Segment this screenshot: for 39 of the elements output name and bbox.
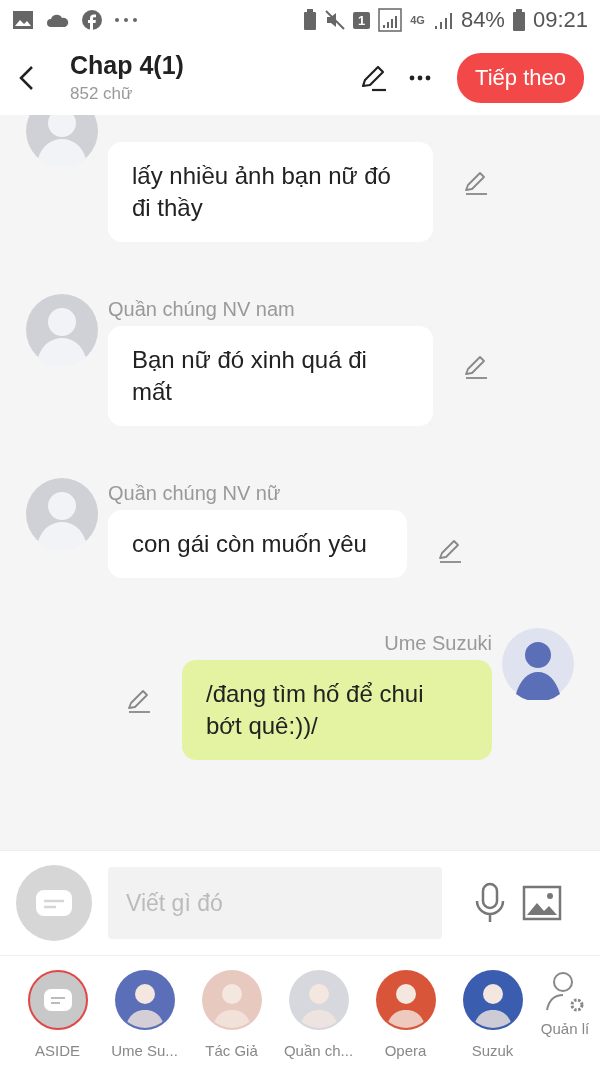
- character-tab[interactable]: Opera: [362, 956, 449, 1067]
- avatar-icon: [26, 478, 98, 550]
- more-icon[interactable]: [409, 74, 432, 81]
- image-icon[interactable]: [522, 885, 562, 921]
- chat-icon: [42, 988, 73, 1012]
- character-tab[interactable]: ASIDE: [14, 956, 101, 1067]
- microphone-icon[interactable]: [474, 882, 506, 924]
- more-icon: [114, 17, 138, 23]
- cloud-icon: [46, 12, 70, 28]
- message-bubble: con gái còn muốn yêu: [108, 510, 407, 578]
- message-bubble: lấy nhiều ảnh bạn nữ đó đi thầy: [108, 142, 433, 242]
- gallery-icon: [12, 10, 34, 30]
- message-bubble: /đang tìm hố để chui bớt quê:))/: [182, 660, 492, 760]
- next-button[interactable]: Tiếp theo: [457, 52, 584, 103]
- facebook-icon: [82, 10, 102, 30]
- battery-icon: [512, 9, 525, 31]
- battery-saver-icon: [302, 9, 317, 31]
- avatar-icon: [502, 628, 574, 700]
- avatar-icon: [26, 294, 98, 366]
- sim-indicator: 1: [352, 11, 371, 29]
- mute-icon: [324, 10, 345, 30]
- word-count: 852 chữ: [70, 84, 134, 104]
- pencil-icon[interactable]: [359, 63, 388, 92]
- battery-percent: 84%: [460, 7, 505, 33]
- character-tab[interactable]: Quần ch...: [275, 956, 362, 1067]
- signal-icon: [378, 8, 403, 32]
- sender-name: Quần chúng NV nam: [108, 297, 296, 322]
- back-icon[interactable]: [18, 64, 34, 91]
- user-settings-icon: [545, 970, 585, 1014]
- sender-name: Quần chúng NV nữ: [108, 481, 282, 506]
- character-tab[interactable]: Tác Giả: [188, 956, 275, 1067]
- character-tab[interactable]: Ume Su...: [101, 956, 188, 1067]
- message-bubble: Bạn nữ đó xinh quá đi mất: [108, 326, 433, 426]
- signal-icon: [432, 10, 453, 30]
- network-label: 4G: [410, 14, 425, 26]
- character-tab[interactable]: Suzuk: [449, 956, 530, 1067]
- sender-name: Ume Suzuki: [384, 631, 492, 656]
- clock: 09:21: [532, 7, 588, 33]
- chapter-title: Chap 4(1): [70, 51, 185, 80]
